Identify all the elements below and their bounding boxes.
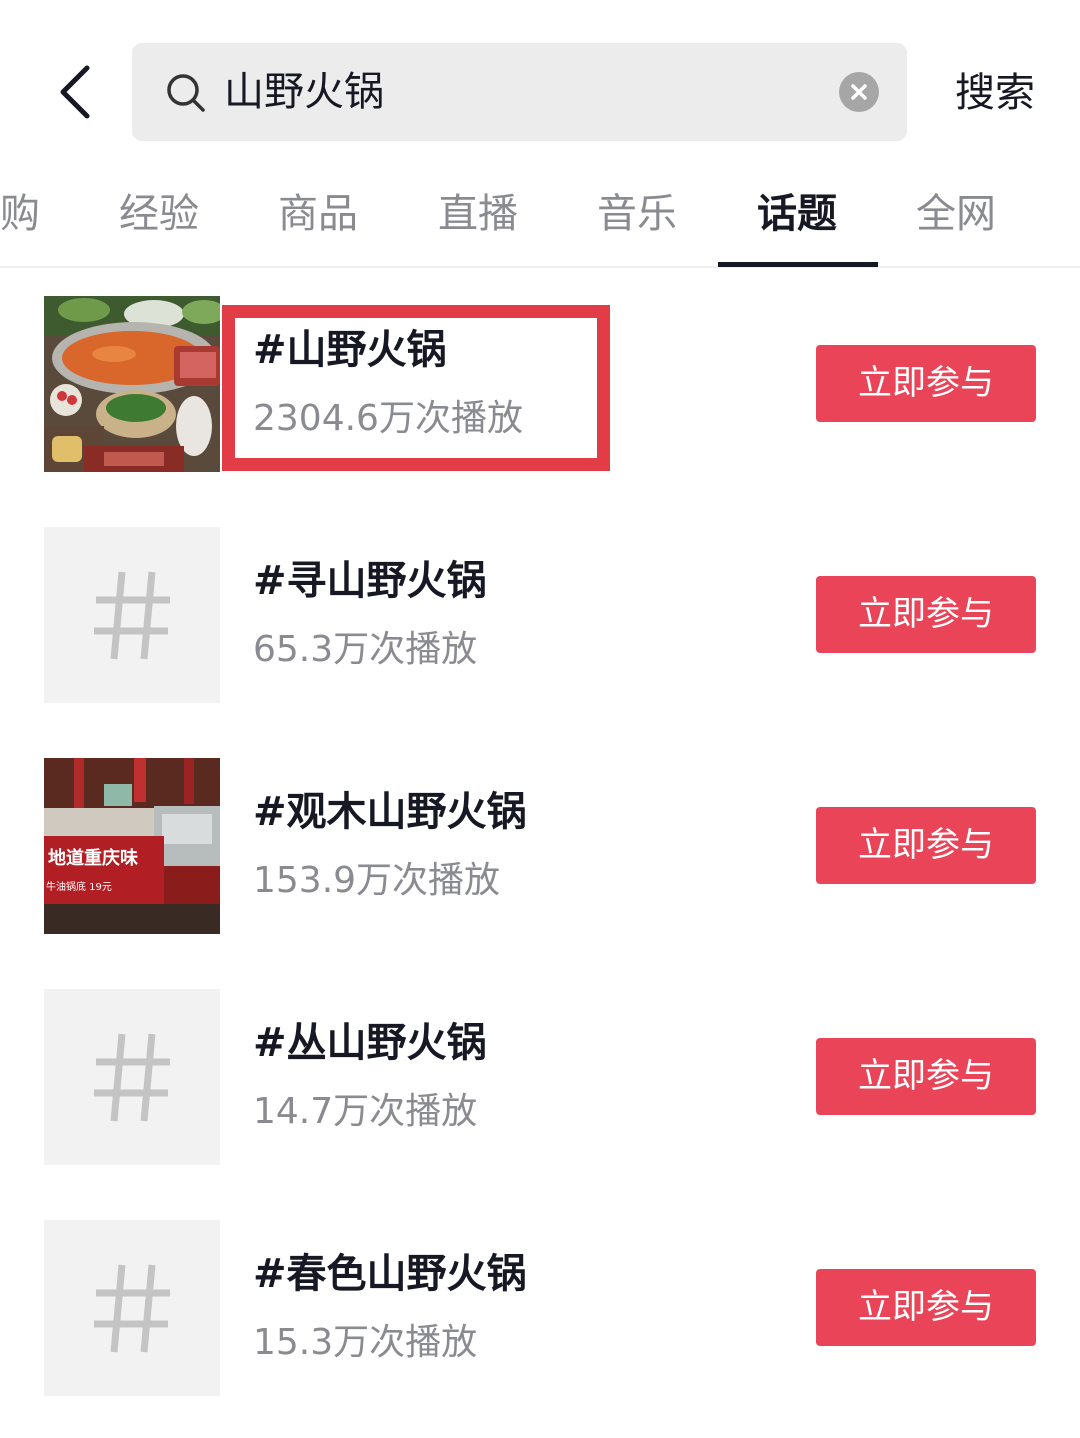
- search-icon: [167, 74, 205, 112]
- join-topic-button[interactable]: 立即参与: [816, 1038, 1036, 1115]
- topic-play-count: 153.9万次播放: [253, 860, 501, 901]
- back-button[interactable]: [40, 52, 110, 132]
- active-tab-indicator: [718, 262, 878, 267]
- list-item[interactable]: #春色山野火锅 15.3万次播放 立即参与: [0, 1192, 1080, 1422]
- search-header: 搜索: [0, 0, 1080, 160]
- highlight-annotation: [222, 305, 610, 471]
- join-topic-button[interactable]: 立即参与: [816, 345, 1036, 422]
- chevron-left-icon: [60, 65, 90, 119]
- category-tabs: 购 经验 商品 直播 音乐 话题 全网: [0, 160, 1080, 268]
- tab-all-web[interactable]: 全网: [876, 182, 1036, 246]
- topic-play-count: 65.3万次播放: [253, 629, 478, 670]
- topic-title[interactable]: #寻山野火锅: [253, 553, 773, 609]
- hashtag-icon: [94, 1033, 170, 1122]
- topic-play-count: 14.7万次播放: [253, 1091, 478, 1132]
- topic-thumbnail: [44, 296, 220, 472]
- list-item[interactable]: #丛山野火锅 14.7万次播放 立即参与: [0, 961, 1080, 1191]
- restaurant-photo: 地道重庆味 牛油锅底 19元: [44, 758, 220, 934]
- tab-live[interactable]: 直播: [398, 182, 558, 246]
- tab-music[interactable]: 音乐: [557, 182, 717, 246]
- tab-products[interactable]: 商品: [238, 182, 398, 246]
- hashtag-icon: [94, 571, 170, 660]
- search-button[interactable]: 搜索: [950, 60, 1040, 126]
- topic-title[interactable]: #春色山野火锅: [253, 1246, 773, 1302]
- list-item[interactable]: #山野火锅 2304.6万次播放 立即参与: [0, 268, 1080, 498]
- search-input[interactable]: [224, 43, 824, 141]
- join-topic-button[interactable]: 立即参与: [816, 807, 1036, 884]
- tab-topics[interactable]: 话题: [717, 182, 877, 246]
- list-item[interactable]: 地道重庆味 牛油锅底 19元 #观木山野火锅 153.9万次播放 立即参与: [0, 730, 1080, 960]
- topic-play-count: 15.3万次播放: [253, 1322, 478, 1363]
- list-item[interactable]: #寻山野火锅 65.3万次播放 立即参与: [0, 499, 1080, 729]
- clear-icon: [851, 84, 867, 100]
- hotpot-photo: [44, 296, 220, 472]
- hashtag-icon: [94, 1264, 170, 1353]
- svg-text:地道重庆味: 地道重庆味: [48, 847, 138, 869]
- clear-search-button[interactable]: [839, 72, 879, 112]
- topic-thumbnail: 地道重庆味 牛油锅底 19元: [44, 758, 220, 934]
- topic-thumbnail: [44, 989, 220, 1165]
- topic-title[interactable]: #丛山野火锅: [253, 1015, 773, 1071]
- svg-text:牛油锅底 19元: 牛油锅底 19元: [46, 880, 112, 893]
- topic-thumbnail: [44, 527, 220, 703]
- topic-title[interactable]: #观木山野火锅: [253, 784, 773, 840]
- join-topic-button[interactable]: 立即参与: [816, 576, 1036, 653]
- join-topic-button[interactable]: 立即参与: [816, 1269, 1036, 1346]
- topic-thumbnail: [44, 1220, 220, 1396]
- tab-experience[interactable]: 经验: [79, 182, 239, 246]
- search-box[interactable]: [132, 43, 907, 141]
